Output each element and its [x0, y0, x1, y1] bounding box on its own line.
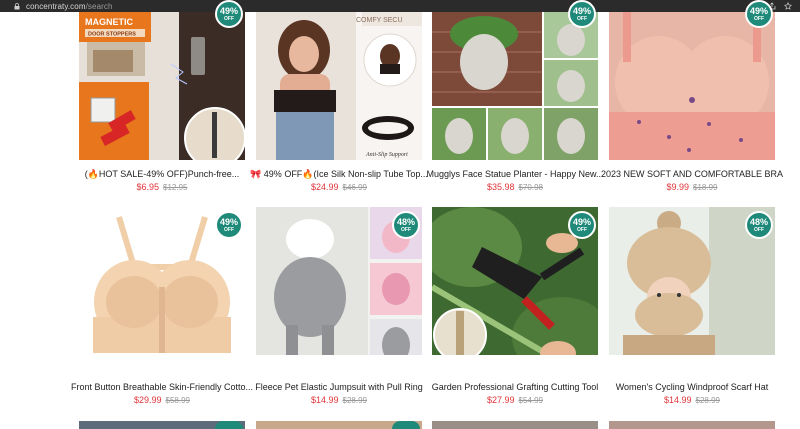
product-title[interactable]: 🎀 49% OFF🔥(Ice Silk Non-slip Tube Top... [239, 169, 439, 180]
original-price: $46.99 [342, 183, 367, 192]
discount-badge-partial [392, 421, 420, 429]
sale-price: $35.98 [487, 182, 515, 192]
url-domain: concentraty.com [26, 1, 86, 11]
discount-badge: 49% OFF [215, 211, 243, 239]
discount-badge-partial [215, 421, 243, 429]
image-text: COMFY SECU [356, 17, 403, 24]
original-price: $70.98 [518, 183, 543, 192]
sale-price: $27.99 [487, 395, 515, 405]
sale-price: $6.95 [136, 182, 160, 192]
original-price: $18.99 [693, 183, 718, 192]
product-price: $29.99 $58.99 [79, 395, 245, 405]
image-text: DOOR STOPPERS [88, 32, 136, 38]
discount-badge: 49% OFF [745, 0, 773, 28]
product-title[interactable]: Mugglys Face Statue Planter - Happy New.… [415, 169, 615, 179]
product-image-partial[interactable] [609, 421, 775, 429]
product-title[interactable]: 2023 NEW SOFT AND COMFORTABLE BRA [592, 169, 792, 179]
sale-price: $14.99 [311, 395, 339, 405]
sale-price: $14.99 [664, 395, 692, 405]
browser-address-bar[interactable]: concentraty.com/search [0, 0, 800, 12]
sale-price: $24.99 [311, 182, 339, 192]
product-price: $9.99 $18.99 [609, 182, 775, 192]
image-text: Anti-Slip Support [365, 152, 408, 158]
original-price: $12.95 [163, 183, 188, 192]
product-image[interactable] [609, 12, 775, 160]
product-title[interactable]: (🔥HOT SALE-49% OFF)Punch-free... [62, 169, 262, 180]
product-title[interactable]: Front Button Breathable Skin-Friendly Co… [62, 382, 262, 392]
sale-price: $9.99 [666, 182, 690, 192]
product-price: $14.99 $28.99 [609, 395, 775, 405]
bookmark-star-icon[interactable] [784, 2, 792, 10]
product-title[interactable]: Fleece Pet Elastic Jumpsuit with Pull Ri… [239, 382, 439, 392]
lock-icon [14, 2, 20, 10]
product-image[interactable] [432, 12, 598, 160]
original-price: $28.99 [342, 396, 367, 405]
sale-price: $29.99 [134, 395, 162, 405]
product-price: $6.95 $12.95 [79, 182, 245, 192]
discount-badge: 49% OFF [568, 0, 596, 28]
product-price: $14.99 $28.99 [256, 395, 422, 405]
product-image-partial[interactable] [432, 421, 598, 429]
original-price: $28.99 [695, 396, 720, 405]
original-price: $54.99 [518, 396, 543, 405]
product-price: $24.99 $46.99 [256, 182, 422, 192]
original-price: $58.99 [165, 396, 190, 405]
discount-badge: 48% OFF [745, 211, 773, 239]
product-price: $27.99 $54.99 [432, 395, 598, 405]
url-path: /search [85, 1, 113, 11]
image-text: MAGNETIC [85, 17, 133, 27]
product-image[interactable]: MAGNETIC DOOR STOPPERS [79, 12, 245, 160]
discount-badge: 48% OFF [392, 211, 420, 239]
product-image[interactable]: COMFY SECU Anti-Slip Support [256, 12, 422, 160]
product-title[interactable]: Garden Professional Grafting Cutting Too… [415, 382, 615, 392]
discount-badge: 49% OFF [215, 0, 243, 28]
address-url[interactable]: concentraty.com/search [26, 2, 113, 11]
product-price: $35.98 $70.98 [432, 182, 598, 192]
product-title[interactable]: Women's Cycling Windproof Scarf Hat [592, 382, 792, 392]
discount-badge: 49% OFF [568, 211, 596, 239]
